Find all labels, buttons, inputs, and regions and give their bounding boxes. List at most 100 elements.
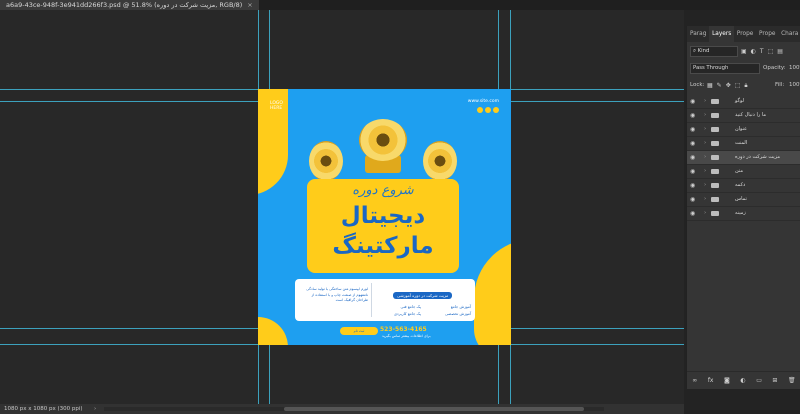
megaphone-icon — [309, 141, 343, 181]
social-icons — [477, 107, 499, 113]
layer-name: مزیت شرکت در دوره — [735, 154, 781, 160]
lock-paint-icon[interactable]: ✎ — [717, 79, 722, 92]
fill-value[interactable]: 100% — [789, 79, 800, 92]
document-tab[interactable]: a6a9-43ce-948f-3e941dd266f3.psd @ 51.8% … — [0, 0, 259, 10]
layer-row[interactable]: ◉ › عنوان — [687, 123, 800, 137]
logo-line: HERE — [270, 106, 283, 111]
kind-filter-select[interactable]: ⌕ Kind — [690, 46, 738, 57]
close-icon[interactable]: × — [247, 1, 252, 9]
benefits-block: مزیت شرکت در دوره آموزشی پک جامع فنی آمو… — [375, 282, 471, 316]
layers-panel: Parag Layers Prope Prope Chara ⌕ Kind ▣ … — [686, 26, 800, 389]
chevron-right-icon[interactable]: › — [704, 151, 706, 164]
layer-row[interactable]: ◉ › تماس — [687, 193, 800, 207]
tab-character[interactable]: Chara — [778, 26, 800, 42]
option-item: پک جامع فنی — [400, 304, 421, 309]
opacity-label: Opacity: — [763, 65, 786, 71]
opacity-value[interactable]: 100% — [789, 62, 800, 75]
visibility-eye-icon[interactable]: ◉ — [690, 179, 698, 192]
phone-subtext: برای اطلاعات بیشتر تماس بگیرید — [382, 334, 431, 338]
image-filter-icon[interactable]: ▣ — [741, 45, 747, 58]
lock-artboard-icon[interactable]: ⬚ — [735, 79, 741, 92]
layer-row-selected[interactable]: ◉ › مزیت شرکت در دوره — [687, 151, 800, 165]
blend-mode-select[interactable]: Pass Through — [690, 63, 760, 74]
title-card: شروع دوره دیجیتال مارکتینگ — [307, 179, 459, 273]
description-text: لورم ایپسوم متن ساختگی با تولید سادگی نا… — [306, 287, 368, 302]
layers-footer: ∞ fx ◙ ◐ ▭ ⊞ 🗑︎ — [687, 371, 800, 389]
lock-transparent-icon[interactable]: ▦ — [707, 79, 713, 92]
folder-icon — [711, 113, 719, 118]
visibility-eye-icon[interactable]: ◉ — [690, 123, 698, 136]
visibility-eye-icon[interactable]: ◉ — [690, 207, 698, 220]
chevron-right-icon[interactable]: › — [704, 95, 706, 108]
status-bar: 1080 px x 1080 px (300 ppi) › — [0, 404, 684, 414]
layer-name: زمینه — [735, 210, 746, 216]
title-line-1: شروع دوره — [352, 183, 414, 198]
lock-all-icon[interactable]: 🔒︎ — [744, 79, 747, 92]
document-dimensions: 1080 px x 1080 px (300 ppi) — [4, 406, 83, 412]
layer-row[interactable]: ◉ › زمینه — [687, 207, 800, 221]
tab-paragraph[interactable]: Parag — [687, 26, 709, 42]
chevron-right-icon[interactable]: › — [704, 123, 706, 136]
visibility-eye-icon[interactable]: ◉ — [690, 151, 698, 164]
lock-move-icon[interactable]: ✥ — [726, 79, 731, 92]
chevron-right-icon[interactable]: › — [704, 207, 706, 220]
document-tab-title: a6a9-43ce-948f-3e941dd266f3.psd @ 51.8% … — [6, 1, 243, 9]
adjustment-icon[interactable]: ◐ — [740, 377, 745, 384]
folder-icon — [711, 211, 719, 216]
visibility-eye-icon[interactable]: ◉ — [690, 95, 698, 108]
folder-icon — [711, 99, 719, 104]
mask-icon[interactable]: ◙ — [724, 377, 730, 384]
yellow-blob-right — [474, 239, 511, 345]
option-item: پک جامع کاربردی — [393, 311, 421, 316]
scrollbar-thumb[interactable] — [284, 407, 584, 411]
tab-properties[interactable]: Prope — [734, 26, 756, 42]
link-icon[interactable]: ∞ — [692, 377, 697, 384]
layer-row[interactable]: ◉ › المنت — [687, 137, 800, 151]
chevron-right-icon[interactable]: › — [704, 179, 706, 192]
options-grid: پک جامع فنی آموزش جامع پک جامع کاربردی آ… — [375, 304, 471, 316]
chevron-right-icon[interactable]: › — [704, 165, 706, 178]
tab-properties-2[interactable]: Prope — [756, 26, 778, 42]
info-card: لورم ایپسوم متن ساختگی با تولید سادگی نا… — [295, 279, 475, 321]
social-icon — [493, 107, 499, 113]
social-icon — [477, 107, 483, 113]
smart-object-filter-icon[interactable]: ▤ — [777, 45, 783, 58]
adjustment-filter-icon[interactable]: ◐ — [751, 45, 756, 58]
fill-label: Fill: — [775, 82, 785, 88]
visibility-eye-icon[interactable]: ◉ — [690, 109, 698, 122]
layer-name: المنت — [735, 140, 748, 146]
visibility-eye-icon[interactable]: ◉ — [690, 193, 698, 206]
layer-name: ما را دنبال کنید — [735, 112, 767, 118]
fx-icon[interactable]: fx — [708, 377, 714, 384]
website-text: www.site.com — [467, 99, 499, 104]
type-filter-icon[interactable]: T — [760, 45, 764, 58]
visibility-eye-icon[interactable]: ◉ — [690, 137, 698, 150]
panel-tabs: Parag Layers Prope Prope Chara — [687, 26, 800, 42]
horizontal-scrollbar[interactable] — [104, 407, 604, 411]
chevron-right-icon[interactable]: › — [94, 404, 96, 414]
visibility-eye-icon[interactable]: ◉ — [690, 165, 698, 178]
shape-filter-icon[interactable]: ⬚ — [768, 45, 774, 58]
layer-row[interactable]: ◉ › دکمه — [687, 179, 800, 193]
megaphone-icon — [423, 141, 457, 181]
layer-row[interactable]: ◉ › ما را دنبال کنید — [687, 109, 800, 123]
logo-placeholder: LOGO HERE — [270, 101, 283, 111]
layer-name: تماس — [735, 196, 747, 202]
chevron-right-icon[interactable]: › — [704, 137, 706, 150]
layer-row[interactable]: ◉ › متن — [687, 165, 800, 179]
tab-layers[interactable]: Layers — [709, 26, 734, 42]
filter-icons: ▣ ◐ T ⬚ ▤ — [741, 45, 783, 58]
chevron-right-icon[interactable]: › — [704, 109, 706, 122]
artboard[interactable]: LOGO HERE www.site.com شروع دوره دیجیتال… — [258, 89, 511, 345]
chevron-right-icon[interactable]: › — [704, 193, 706, 206]
group-icon[interactable]: ▭ — [756, 377, 762, 384]
layer-row[interactable]: ◉ › لوگو — [687, 95, 800, 109]
folder-icon — [711, 169, 719, 174]
new-layer-icon[interactable]: ⊞ — [772, 377, 777, 384]
lock-icons: ▦ ✎ ✥ ⬚ 🔒︎ — [707, 79, 748, 92]
layer-name: لوگو — [735, 98, 745, 104]
social-icon — [485, 107, 491, 113]
trash-icon[interactable]: 🗑︎ — [788, 377, 796, 384]
benefits-pill: مزیت شرکت در دوره آموزشی — [393, 292, 453, 299]
canvas-area[interactable]: LOGO HERE www.site.com شروع دوره دیجیتال… — [0, 10, 684, 404]
